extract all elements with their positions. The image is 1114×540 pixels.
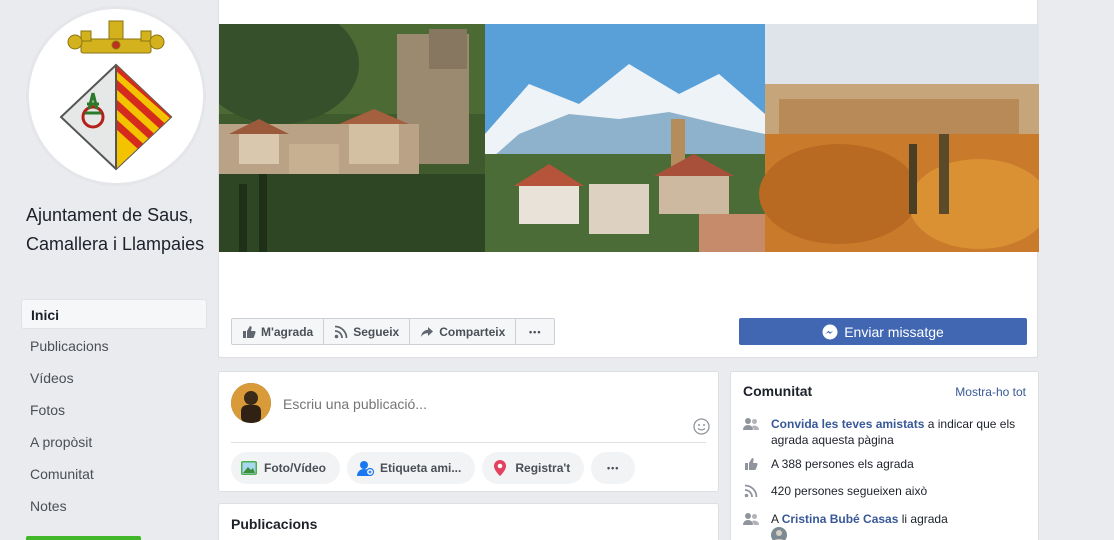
nav-item-a-proposit[interactable]: A propòsit <box>21 427 207 457</box>
nav-item-videos[interactable]: Vídeos <box>21 363 207 393</box>
invite-friends-row: Convida les teves amistats a indicar que… <box>743 416 1028 448</box>
tag-friends-button[interactable]: Etiqueta ami... <box>347 452 476 484</box>
thumbs-up-icon <box>745 458 758 470</box>
share-button[interactable]: Comparteix <box>410 319 517 344</box>
photo-video-label: Foto/Vídeo <box>264 461 326 475</box>
create-page-button[interactable] <box>26 536 141 540</box>
photo-video-button[interactable]: Foto/Vídeo <box>231 452 340 484</box>
tag-friends-label: Etiqueta ami... <box>380 461 462 475</box>
nav-item-publicacions[interactable]: Publicacions <box>21 331 207 361</box>
like-button[interactable]: M'agrada <box>232 319 325 344</box>
photo-icon <box>241 461 257 475</box>
share-arrow-icon <box>421 326 434 337</box>
tag-friend-icon <box>357 461 375 477</box>
friend-likes-row: A Cristina Bubé Casas li agrada <box>743 511 1028 527</box>
page-title: Ajuntament de Saus, Camallera i Llampaie… <box>26 205 205 254</box>
more-dots-icon: ••• <box>529 326 542 337</box>
friend-name-link[interactable]: Cristina Bubé Casas <box>782 512 899 526</box>
community-title: Comunitat <box>743 383 813 399</box>
send-message-button[interactable]: Enviar missatge <box>739 318 1027 345</box>
friend-avatar[interactable] <box>771 527 787 540</box>
avatar <box>231 383 271 423</box>
nav-item-notes[interactable]: Notes <box>21 491 207 521</box>
send-message-label: Enviar missatge <box>844 323 944 340</box>
cover-photo-image <box>219 24 1039 252</box>
people-icon <box>743 418 759 430</box>
location-pin-icon <box>494 460 507 476</box>
friend-suffix: li agrada <box>898 512 948 526</box>
publications-section: Publicacions <box>218 503 719 540</box>
likes-count-text: A 388 persones els agrada <box>771 457 914 471</box>
nav-item-inici[interactable]: Inici <box>21 299 207 329</box>
publications-title: Publicacions <box>231 516 318 532</box>
page-actions: M'agrada Segueix Comparteix ••• <box>231 318 556 345</box>
cover-photo[interactable] <box>219 24 1039 252</box>
check-in-label: Registra't <box>515 461 571 475</box>
composer-options: Foto/Vídeo Etiqueta ami... Registra't ••… <box>231 452 636 484</box>
compose-input[interactable] <box>283 396 663 412</box>
page-nav: Inici Publicacions Vídeos Fotos A propòs… <box>21 299 207 523</box>
likes-row: A 388 persones els agrada <box>743 456 1028 472</box>
community-card: Comunitat Mostra-ho tot Convida les teve… <box>730 371 1039 540</box>
follow-label: Segueix <box>353 324 400 339</box>
composer-more-button[interactable]: ••• <box>591 452 636 484</box>
post-composer: Foto/Vídeo Etiqueta ami... Registra't ••… <box>218 371 719 492</box>
messenger-icon <box>822 324 838 339</box>
people-icon <box>743 513 759 525</box>
friend-prefix: A <box>771 512 782 526</box>
follows-count-text: 420 persones segueixen això <box>771 484 928 498</box>
invite-friends-link[interactable]: Convida les teves amistats <box>771 417 924 431</box>
more-options-button[interactable]: ••• <box>516 319 554 344</box>
rss-icon <box>334 325 348 338</box>
follows-row: 420 persones segueixen això <box>743 483 1028 499</box>
follow-button[interactable]: Segueix <box>324 319 411 344</box>
nav-item-fotos[interactable]: Fotos <box>21 395 207 425</box>
like-label: M'agrada <box>261 324 314 339</box>
check-in-button[interactable]: Registra't <box>482 452 585 484</box>
more-dots-icon: ••• <box>607 463 620 473</box>
user-avatar-image <box>231 383 271 423</box>
divider <box>231 442 706 443</box>
see-all-link[interactable]: Mostra-ho tot <box>955 385 1026 399</box>
cover-card: M'agrada Segueix Comparteix ••• Enviar m… <box>218 0 1039 358</box>
nav-item-comunitat[interactable]: Comunitat <box>21 459 207 489</box>
emoji-icon[interactable] <box>693 418 710 435</box>
coat-of-arms-logo <box>59 20 173 171</box>
profile-picture[interactable] <box>26 6 206 186</box>
thumbs-up-icon <box>243 325 256 338</box>
rss-icon <box>744 484 758 498</box>
share-label: Comparteix <box>439 324 506 339</box>
